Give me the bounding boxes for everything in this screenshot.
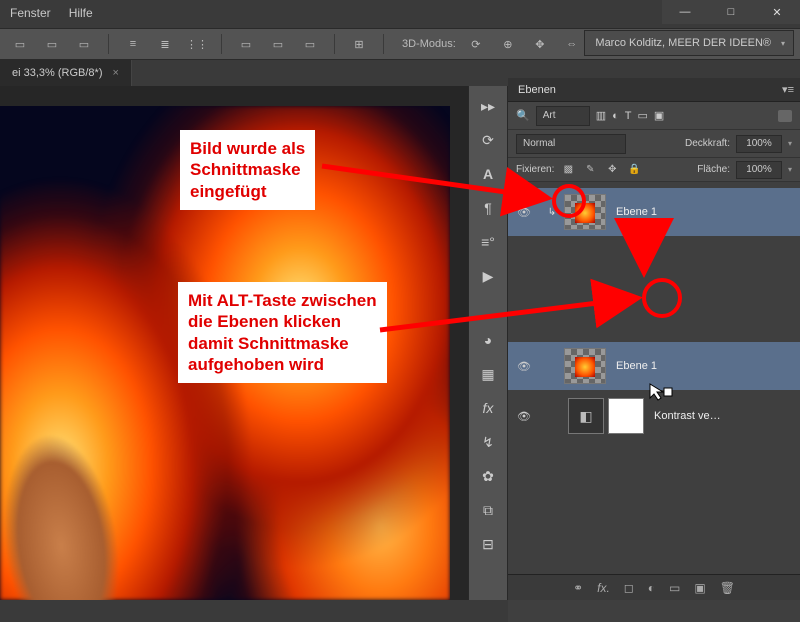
character-icon[interactable]: A	[473, 162, 503, 186]
layer-mask-icon[interactable]: ◻	[624, 581, 634, 595]
annotation-top: Bild wurde als Schnittmaske eingefügt	[180, 130, 315, 210]
fx-icon[interactable]: fx	[473, 396, 503, 420]
3d-slide-icon[interactable]: ⇔	[560, 34, 584, 54]
brush-settings-icon[interactable]: ↯	[473, 430, 503, 454]
menu-bar: Fenster Hilfe	[10, 6, 93, 20]
expand-panels-icon[interactable]: ▸▸	[473, 94, 503, 118]
visibility-toggle[interactable]: 👁	[508, 206, 540, 219]
distribute-v-icon[interactable]: ≣	[153, 34, 177, 54]
filter-toggle[interactable]	[778, 110, 792, 122]
annotation-bottom: Mit ALT-Taste zwischen die Ebenen klicke…	[178, 282, 387, 383]
delete-layer-icon[interactable]: 🗑	[720, 581, 735, 595]
layer-filter-row: 🔍 Art ▥ ◐ T ▭ ▣	[508, 102, 800, 130]
layers-panel-tab[interactable]: Ebenen ▾≡	[508, 78, 800, 102]
distribute-h-icon[interactable]: ≡	[121, 34, 145, 54]
adjustment-layer-icon[interactable]: ◐	[648, 581, 655, 595]
layer-list[interactable]: 👁 ↳ Ebene 1 👁 Ebene 1 👁 ◧ Kontrast ve…	[508, 182, 800, 622]
layer-name[interactable]: Ebene 1	[616, 206, 657, 218]
document-tab-close[interactable]: ×	[112, 67, 118, 79]
lock-all-icon[interactable]: 🔒	[626, 162, 642, 178]
mode-label: 3D-Modus:	[402, 38, 456, 50]
layers-panel-footer: ⚭ fx. ◻ ◐ ▭ ▣ 🗑	[508, 574, 800, 600]
align-middle-icon[interactable]: ▭	[266, 34, 290, 54]
distribute-icon[interactable]: ⋮⋮	[185, 34, 209, 54]
properties-icon[interactable]: ⊟	[473, 532, 503, 556]
styles-icon[interactable]: ≡°	[473, 230, 503, 254]
layer-name[interactable]: Kontrast ve…	[654, 410, 721, 422]
clone-source-icon[interactable]: ⧉	[473, 498, 503, 522]
blend-mode-dropdown[interactable]: Normal	[516, 134, 626, 154]
align-center-icon[interactable]: ▭	[40, 34, 64, 54]
filter-adjust-icon[interactable]: ◐	[612, 110, 619, 122]
annotation-circle-top	[552, 184, 586, 218]
window-maximize[interactable]: □	[708, 0, 754, 24]
history-icon[interactable]: ⟳	[473, 128, 503, 152]
collapsed-panel-strip: ▸▸ ⟳ A ¶ ≡° ▶ ◕ ▦ fx ↯ ✿ ⧉ ⊟	[468, 86, 508, 600]
filter-type-icon[interactable]: T	[625, 110, 632, 122]
lock-row: Fixieren: ▩ ✎ ✥ 🔒 Fläche: 100% ▾	[508, 158, 800, 182]
color-icon[interactable]: ◕	[473, 328, 503, 352]
align-top-icon[interactable]: ▭	[234, 34, 258, 54]
layers-panel: Ebenen ▾≡ 🔍 Art ▥ ◐ T ▭ ▣ Normal Deckkra…	[508, 78, 800, 600]
workspace-switcher[interactable]: Marco Kolditz, MEER DER IDEEN®	[584, 30, 794, 56]
lock-position-icon[interactable]: ✥	[604, 162, 620, 178]
lock-label: Fixieren:	[516, 164, 554, 175]
blend-opacity-row: Normal Deckkraft: 100% ▾	[508, 130, 800, 158]
actions-icon[interactable]: ▶	[473, 264, 503, 288]
swatches-icon[interactable]: ▦	[473, 362, 503, 386]
brushes-icon[interactable]: ✿	[473, 464, 503, 488]
layer-thumbnail[interactable]	[564, 348, 606, 384]
align-left-icon[interactable]: ▭	[8, 34, 32, 54]
3d-rotate-icon[interactable]: ⟳	[464, 34, 488, 54]
lock-transparency-icon[interactable]: ▩	[560, 162, 576, 178]
menu-hilfe[interactable]: Hilfe	[69, 6, 93, 20]
clip-cursor-icon	[648, 382, 674, 402]
panel-menu-icon[interactable]: ▾≡	[782, 83, 794, 96]
layer-mask-thumbnail[interactable]	[608, 398, 644, 434]
align-bottom-icon[interactable]: ▭	[298, 34, 322, 54]
fill-label: Fläche:	[697, 164, 730, 175]
3d-roll-icon[interactable]: ⊕	[496, 34, 520, 54]
link-layers-icon[interactable]: ⚭	[573, 581, 583, 595]
auto-align-icon[interactable]: ⊞	[347, 34, 371, 54]
paragraph-icon[interactable]: ¶	[473, 196, 503, 220]
layer-group-icon[interactable]: ▭	[669, 581, 680, 595]
align-right-icon[interactable]: ▭	[72, 34, 96, 54]
adjustment-icon[interactable]: ◧	[568, 398, 604, 434]
3d-pan-icon[interactable]: ✥	[528, 34, 552, 54]
document-tab[interactable]: ei 33,3% (RGB/8*) ×	[0, 60, 132, 86]
visibility-toggle[interactable]: 👁	[508, 360, 540, 373]
visibility-toggle[interactable]: 👁	[508, 410, 540, 423]
annotation-circle-bottom	[642, 278, 682, 318]
filter-kind-dropdown[interactable]: Art	[536, 106, 590, 126]
window-minimize[interactable]: —	[662, 0, 708, 24]
filter-shape-icon[interactable]: ▭	[638, 109, 648, 122]
lock-pixels-icon[interactable]: ✎	[582, 162, 598, 178]
fill-field[interactable]: 100%	[736, 161, 782, 179]
menu-fenster[interactable]: Fenster	[10, 6, 51, 20]
layers-panel-title: Ebenen	[518, 84, 556, 96]
opacity-label: Deckkraft:	[685, 138, 730, 149]
new-layer-icon[interactable]: ▣	[694, 581, 705, 595]
window-close[interactable]: ✕	[754, 0, 800, 24]
filter-pixel-icon[interactable]: ▥	[596, 109, 606, 122]
layer-fx-icon[interactable]: fx.	[597, 581, 610, 595]
opacity-field[interactable]: 100%	[736, 135, 782, 153]
layer-name[interactable]: Ebene 1	[616, 360, 657, 372]
filter-smart-icon[interactable]: ▣	[654, 109, 664, 122]
document-tab-title: ei 33,3% (RGB/8*)	[12, 67, 102, 79]
